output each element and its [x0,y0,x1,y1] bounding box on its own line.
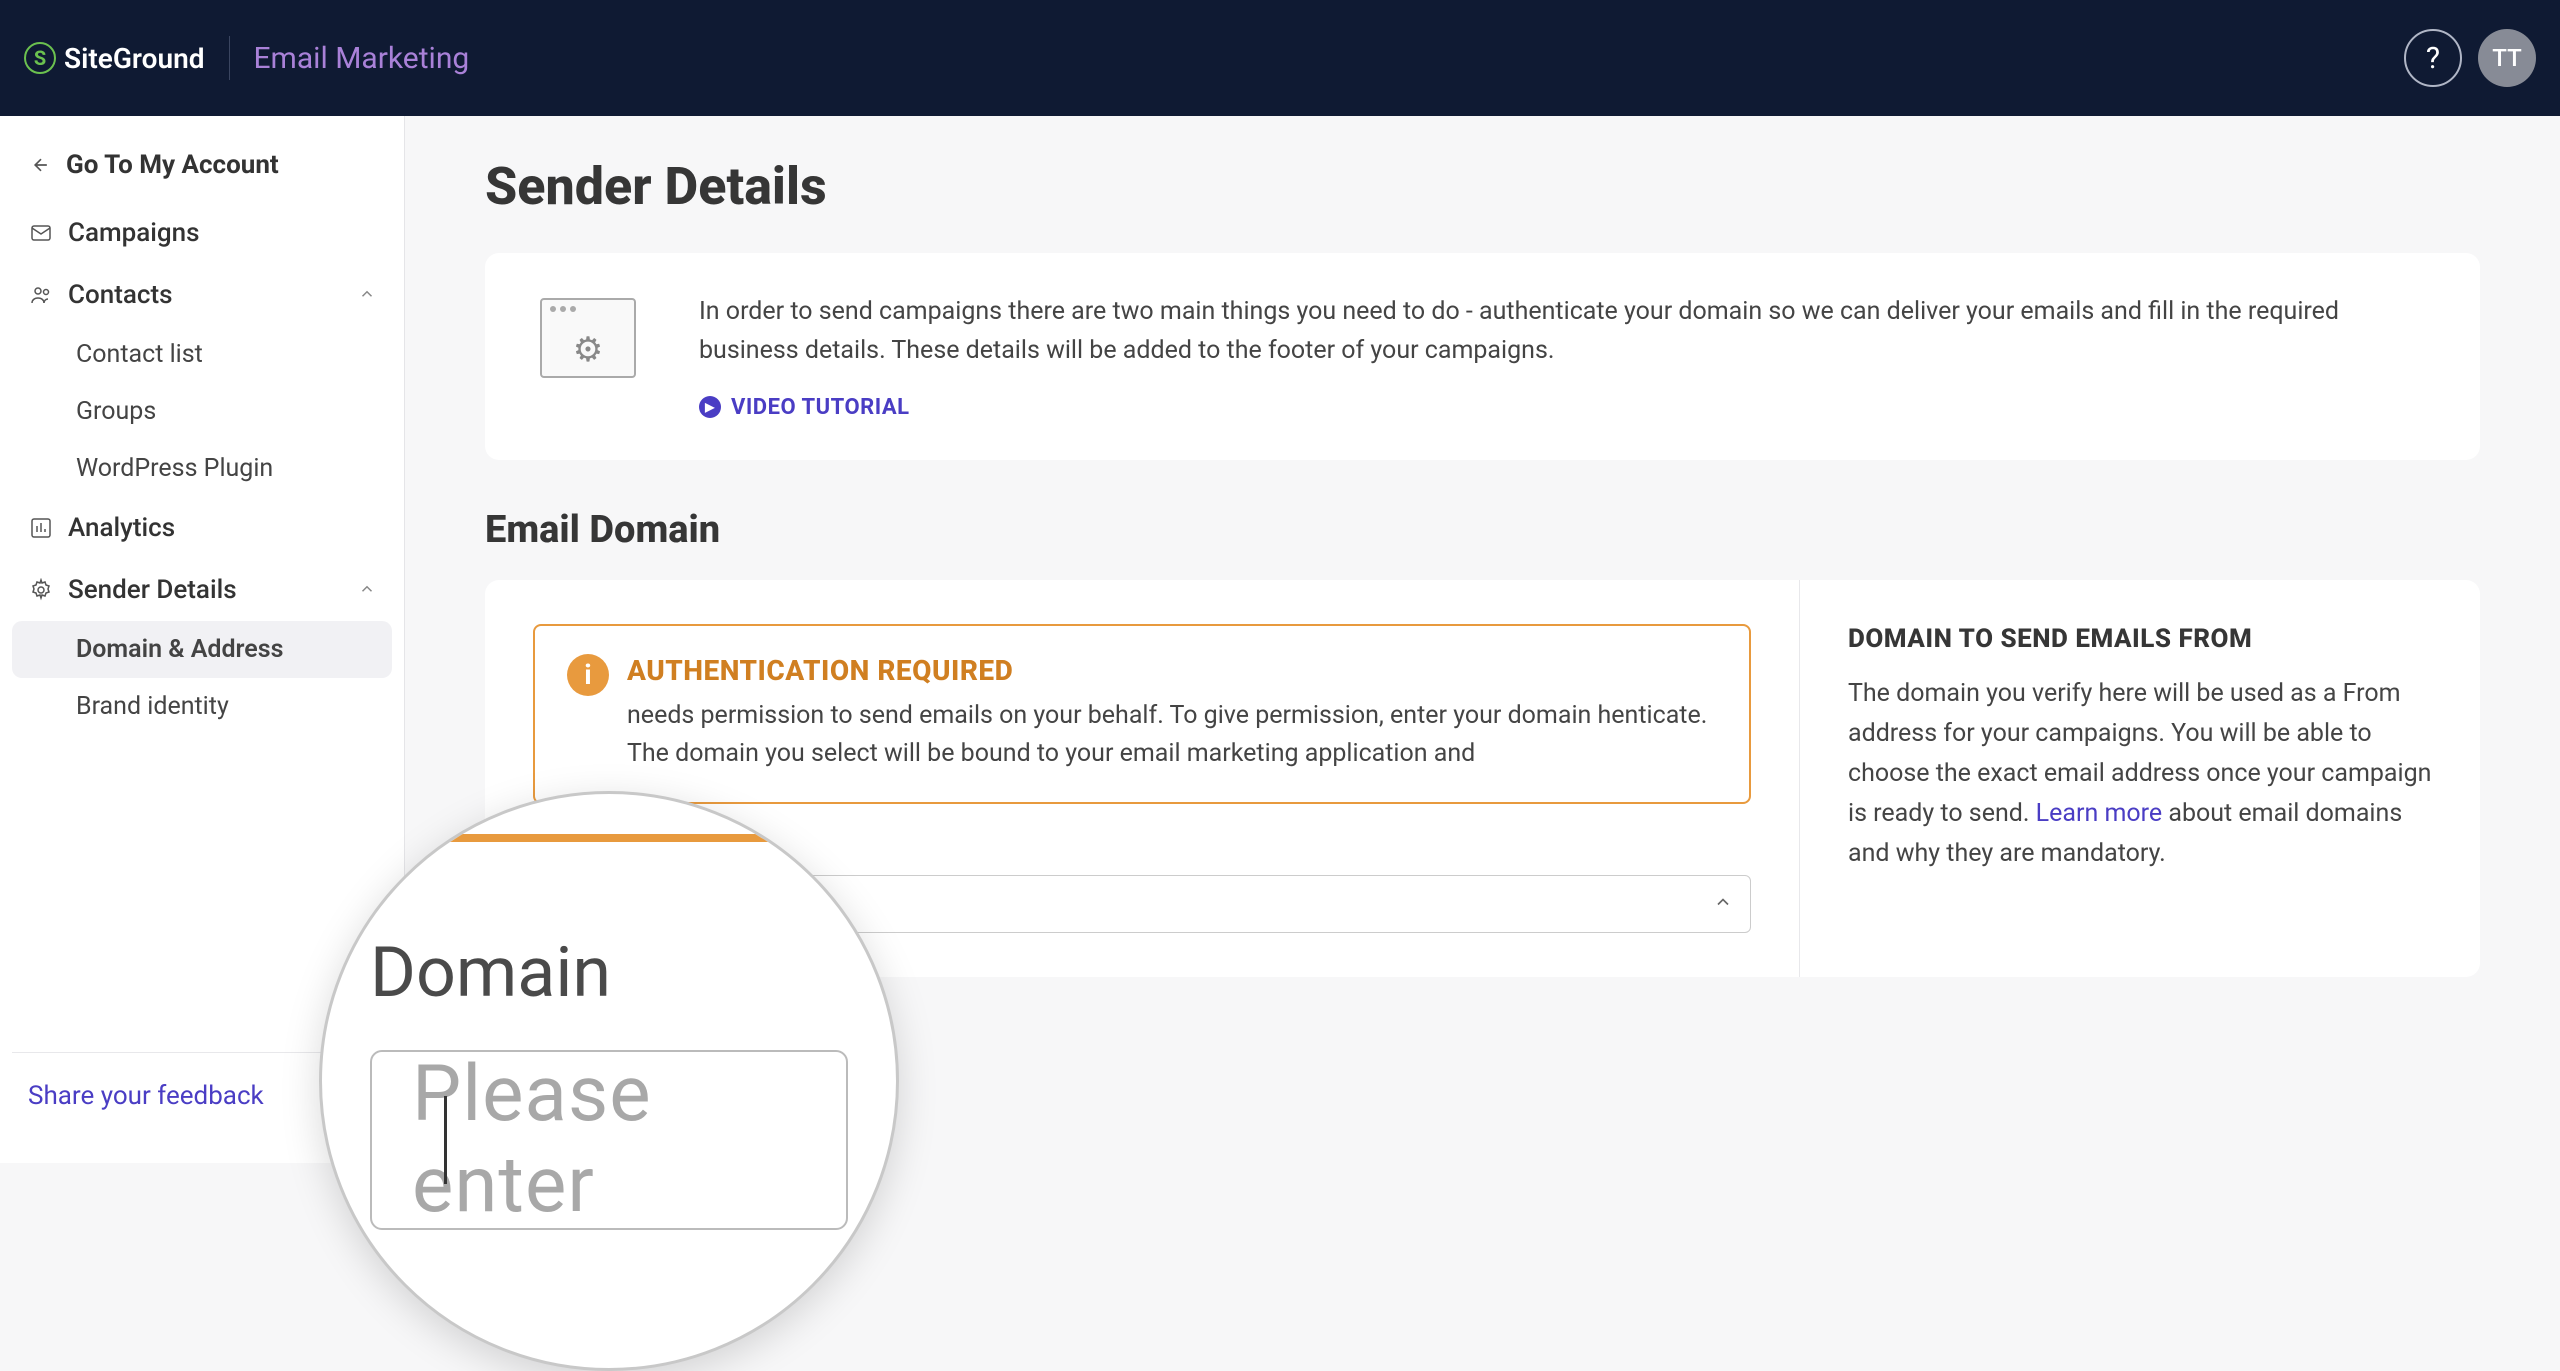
sidebar-item-label: Campaigns [68,218,200,248]
product-name: Email Marketing [254,41,470,76]
divider-icon [229,36,230,80]
chevron-up-icon [358,280,376,310]
arrow-left-icon [28,152,54,178]
logo-icon: S [24,42,56,74]
page-title: Sender Details [485,156,2480,217]
magnified-placeholder: Please enter [408,1049,810,1231]
alert-title: AUTHENTICATION REQUIRED [627,654,1717,687]
info-description: In order to send campaigns there are two… [699,293,2432,371]
domain-right-panel: DOMAIN TO SEND EMAILS FROM The domain yo… [1800,580,2480,978]
right-panel-heading: DOMAIN TO SEND EMAILS FROM [1848,624,2432,654]
sidebar-item-contact-list[interactable]: Contact list [12,326,392,383]
chevron-up-icon [358,575,376,605]
help-button[interactable]: ? [2404,29,2462,87]
back-to-account-link[interactable]: Go To My Account [12,140,392,190]
right-panel-description: The domain you verify here will be used … [1848,674,2432,874]
sidebar-item-wordpress-plugin[interactable]: WordPress Plugin [12,440,392,497]
gear-icon [28,577,54,603]
people-icon [28,282,54,308]
info-card: ⚙ In order to send campaigns there are t… [485,253,2480,460]
sidebar-item-sender-details[interactable]: Sender Details [12,559,392,621]
magnifier-overlay: Domain Please enter [319,791,899,1371]
video-tutorial-label: VIDEO TUTORIAL [731,395,910,420]
settings-window-icon: ⚙ [533,293,643,383]
info-icon: i [567,654,609,696]
magnified-alert-border [362,834,856,842]
sidebar-item-brand-identity[interactable]: Brand identity [12,678,392,735]
section-title: Email Domain [485,508,2480,552]
magnified-domain-input[interactable]: Please enter [370,1050,848,1230]
logo[interactable]: S SiteGround [24,42,205,75]
sidebar-item-contacts[interactable]: Contacts [12,264,392,326]
header-right: ? TT [2404,29,2536,87]
sidebar-item-label: Contacts [68,280,172,310]
play-icon: ▶ [699,396,721,418]
back-label: Go To My Account [66,150,279,180]
sidebar-item-label: Analytics [68,513,175,543]
avatar[interactable]: TT [2478,29,2536,87]
learn-more-link[interactable]: Learn more [2036,799,2162,828]
question-icon: ? [2426,41,2440,76]
magnified-domain-label: Domain [370,932,848,1014]
sidebar-item-domain-address[interactable]: Domain & Address [12,621,392,678]
main-header: S SiteGround Email Marketing ? TT [0,0,2560,116]
sidebar-item-campaigns[interactable]: Campaigns [12,202,392,264]
sidebar-item-groups[interactable]: Groups [12,383,392,440]
authentication-alert: i AUTHENTICATION REQUIRED needs permissi… [533,624,1751,805]
envelope-icon [28,220,54,246]
sidebar-item-label: Sender Details [68,575,237,605]
alert-body: needs permission to send emails on your … [627,697,1717,775]
logo-text: SiteGround [64,42,205,75]
text-caret-icon [444,1096,447,1184]
sidebar-item-analytics[interactable]: Analytics [12,497,392,559]
video-tutorial-link[interactable]: ▶ VIDEO TUTORIAL [699,395,2432,420]
header-left: S SiteGround Email Marketing [24,36,469,80]
chart-icon [28,515,54,541]
